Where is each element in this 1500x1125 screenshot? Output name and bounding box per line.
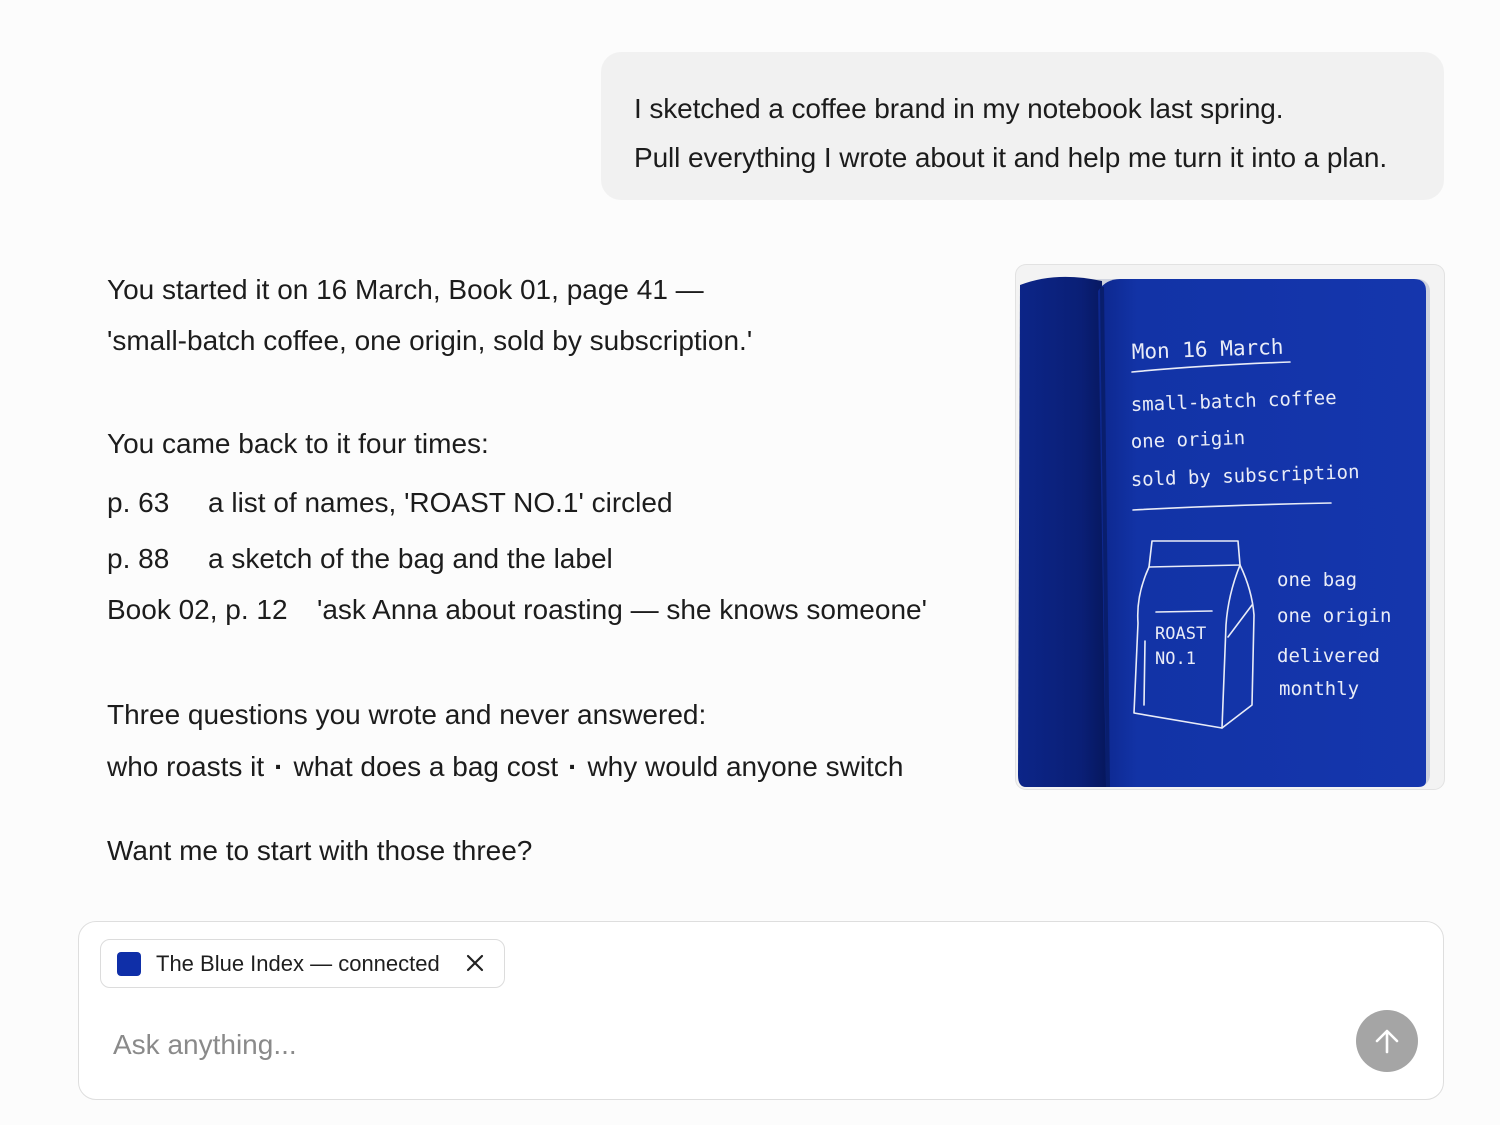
bag-label-line: NO.1	[1155, 649, 1196, 669]
question-separator: ·	[568, 751, 578, 782]
mention-page-ref: p. 63	[107, 487, 170, 518]
question-item: what does a bag cost	[293, 751, 559, 782]
questions-heading: Three questions you wrote and never answ…	[107, 699, 707, 730]
mention-row: p. 88 a sketch of the bag and the label	[107, 541, 613, 577]
mention-note: a sketch of the bag and the label	[208, 543, 613, 574]
mention-page-ref: Book 02, p. 12	[107, 594, 288, 625]
question-item: why would anyone switch	[587, 751, 904, 782]
prompt-input[interactable]	[113, 1022, 1313, 1068]
connector-swatch-icon	[117, 951, 141, 976]
notebook-side-note: delivered	[1277, 645, 1380, 667]
notebook-side-note: one origin	[1277, 605, 1391, 627]
user-message-line-2: Pull everything I wrote about it and hel…	[634, 142, 1388, 173]
notebook-image: Mon 16 March small-batch coffee one orig…	[1016, 265, 1444, 789]
notebook-illustration: Mon 16 March small-batch coffee one orig…	[1018, 276, 1430, 788]
question-separator: ·	[274, 751, 284, 782]
question-item: who roasts it	[107, 751, 265, 782]
assistant-intro-line-1: You started it on 16 March, Book 01, pag…	[107, 274, 704, 305]
message-composer: The Blue Index — connected	[78, 921, 1444, 1100]
notebook-side-note: monthly	[1279, 678, 1359, 700]
connector-chip-label: The Blue Index — connected	[156, 950, 440, 976]
bag-label-line: ROAST	[1155, 624, 1206, 644]
notebook-note: one origin	[1130, 427, 1245, 453]
send-button[interactable]	[1356, 1010, 1418, 1072]
arrow-up-icon	[1375, 1029, 1399, 1054]
connector-chip[interactable]: The Blue Index — connected	[100, 939, 505, 988]
mention-row: p. 63 a list of names, 'ROAST NO.1' circl…	[107, 485, 673, 521]
mention-note: a list of names, 'ROAST NO.1' circled	[208, 487, 673, 518]
questions-list: who roasts it · what does a bag cost · why w…	[107, 749, 903, 785]
user-message-bubble: I sketched a coffee brand in my notebook…	[601, 52, 1444, 200]
revisits-heading: You came back to it four times:	[107, 428, 489, 459]
mention-note: 'ask Anna about roasting — she knows som…	[317, 594, 927, 625]
assistant-intro-line-2: 'small-batch coffee, one origin, sold by…	[107, 325, 753, 356]
close-icon[interactable]	[464, 952, 486, 974]
notebook-side-note: one bag	[1277, 569, 1357, 591]
mention-row: Book 02, p. 12 'ask Anna about roasting —…	[107, 592, 927, 628]
mention-page-ref: p. 88	[107, 543, 170, 574]
chat-page: I sketched a coffee brand in my notebook…	[0, 0, 1500, 1125]
assistant-closing-question: Want me to start with those three?	[107, 835, 533, 866]
user-message-line-1: I sketched a coffee brand in my notebook…	[634, 93, 1284, 124]
